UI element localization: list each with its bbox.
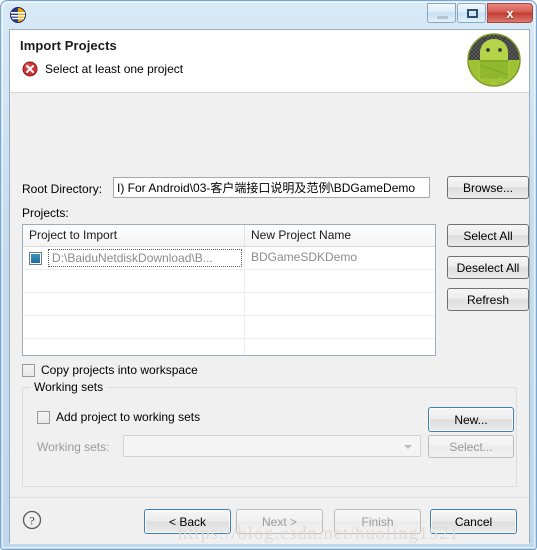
wizard-footer: ? < Back Next > Finish Cancel [10,498,529,544]
close-icon: x [506,5,514,21]
android-robot-logo [465,31,523,89]
add-project-checkbox[interactable] [37,410,50,424]
browse-button[interactable]: Browse... [447,176,529,199]
back-button[interactable]: < Back [144,509,231,534]
wizard-body: Root Directory: Browse... Projects: Proj… [10,93,529,498]
add-project-label: Add project to working sets [56,410,201,424]
projects-label: Projects: [22,206,69,220]
close-button[interactable]: x [487,3,533,23]
chevron-down-icon [404,445,412,449]
copy-projects-checkbox-row[interactable]: Copy projects into workspace [22,363,198,377]
column-header-project-to-import: Project to Import [23,225,245,246]
restore-icon [467,9,478,18]
select-working-set-button[interactable]: Select... [428,435,514,458]
refresh-button[interactable]: Refresh [447,288,529,311]
copy-projects-label: Copy projects into workspace [41,363,198,377]
table-header-row: Project to Import New Project Name [23,225,435,247]
working-sets-group-title: Working sets [30,380,108,394]
cell-new-project-name[interactable] [245,293,435,315]
cancel-button[interactable]: Cancel [430,509,517,534]
table-row[interactable] [23,293,435,316]
table-row[interactable]: D:\BaiduNetdiskDownload\B... BDGameSDKDe… [23,247,435,270]
next-button[interactable]: Next > [236,509,323,534]
dialog-client-area: Import Projects Select at least one proj… [9,29,530,544]
cell-new-project-name[interactable]: BDGameSDKDemo [245,247,435,269]
cell-new-project-name[interactable] [245,339,435,355]
table-row[interactable] [23,339,435,355]
cell-new-project-name[interactable] [245,270,435,292]
add-project-to-working-sets-row[interactable]: Add project to working sets [37,410,200,424]
help-question-icon[interactable]: ? [22,510,42,530]
restore-button[interactable] [457,3,486,23]
new-working-set-button[interactable]: New... [428,407,514,432]
finish-button[interactable]: Finish [334,509,421,534]
title-bar: x [1,1,537,29]
cell-project-to-import[interactable] [23,270,245,292]
checkbox-fill-icon [31,253,40,263]
project-path-text: D:\BaiduNetdiskDownload\B... [48,249,242,267]
row-checkbox[interactable] [29,251,42,265]
minimize-button[interactable] [427,3,456,23]
eclipse-globe-icon [9,6,27,24]
working-sets-combo[interactable] [123,435,421,457]
window-controls: x [427,3,533,23]
svg-text:?: ? [29,514,34,528]
wizard-header: Import Projects Select at least one proj… [10,30,529,93]
table-row[interactable] [23,270,435,293]
root-directory-input[interactable] [113,177,430,198]
root-directory-label: Root Directory: [22,182,103,196]
error-circle-icon [22,61,38,77]
validation-message-row: Select at least one project [22,61,183,77]
table-row[interactable] [23,316,435,339]
cell-project-to-import[interactable]: D:\BaiduNetdiskDownload\B... [23,247,245,269]
dialog-window: x Import Projects Select at least one pr… [0,0,537,550]
copy-projects-checkbox[interactable] [22,363,35,377]
validation-message: Select at least one project [45,62,184,76]
page-title: Import Projects [20,38,117,53]
projects-table[interactable]: Project to Import New Project Name D:\Ba… [22,224,436,356]
minimize-icon [437,16,448,19]
select-all-button[interactable]: Select All [447,224,529,247]
column-header-new-project-name: New Project Name [251,228,352,242]
cell-new-project-name[interactable] [245,316,435,338]
working-sets-label: Working sets: [37,440,110,454]
cell-project-to-import[interactable] [23,293,245,315]
deselect-all-button[interactable]: Deselect All [447,256,529,279]
cell-project-to-import[interactable] [23,339,245,355]
cell-project-to-import[interactable] [23,316,245,338]
